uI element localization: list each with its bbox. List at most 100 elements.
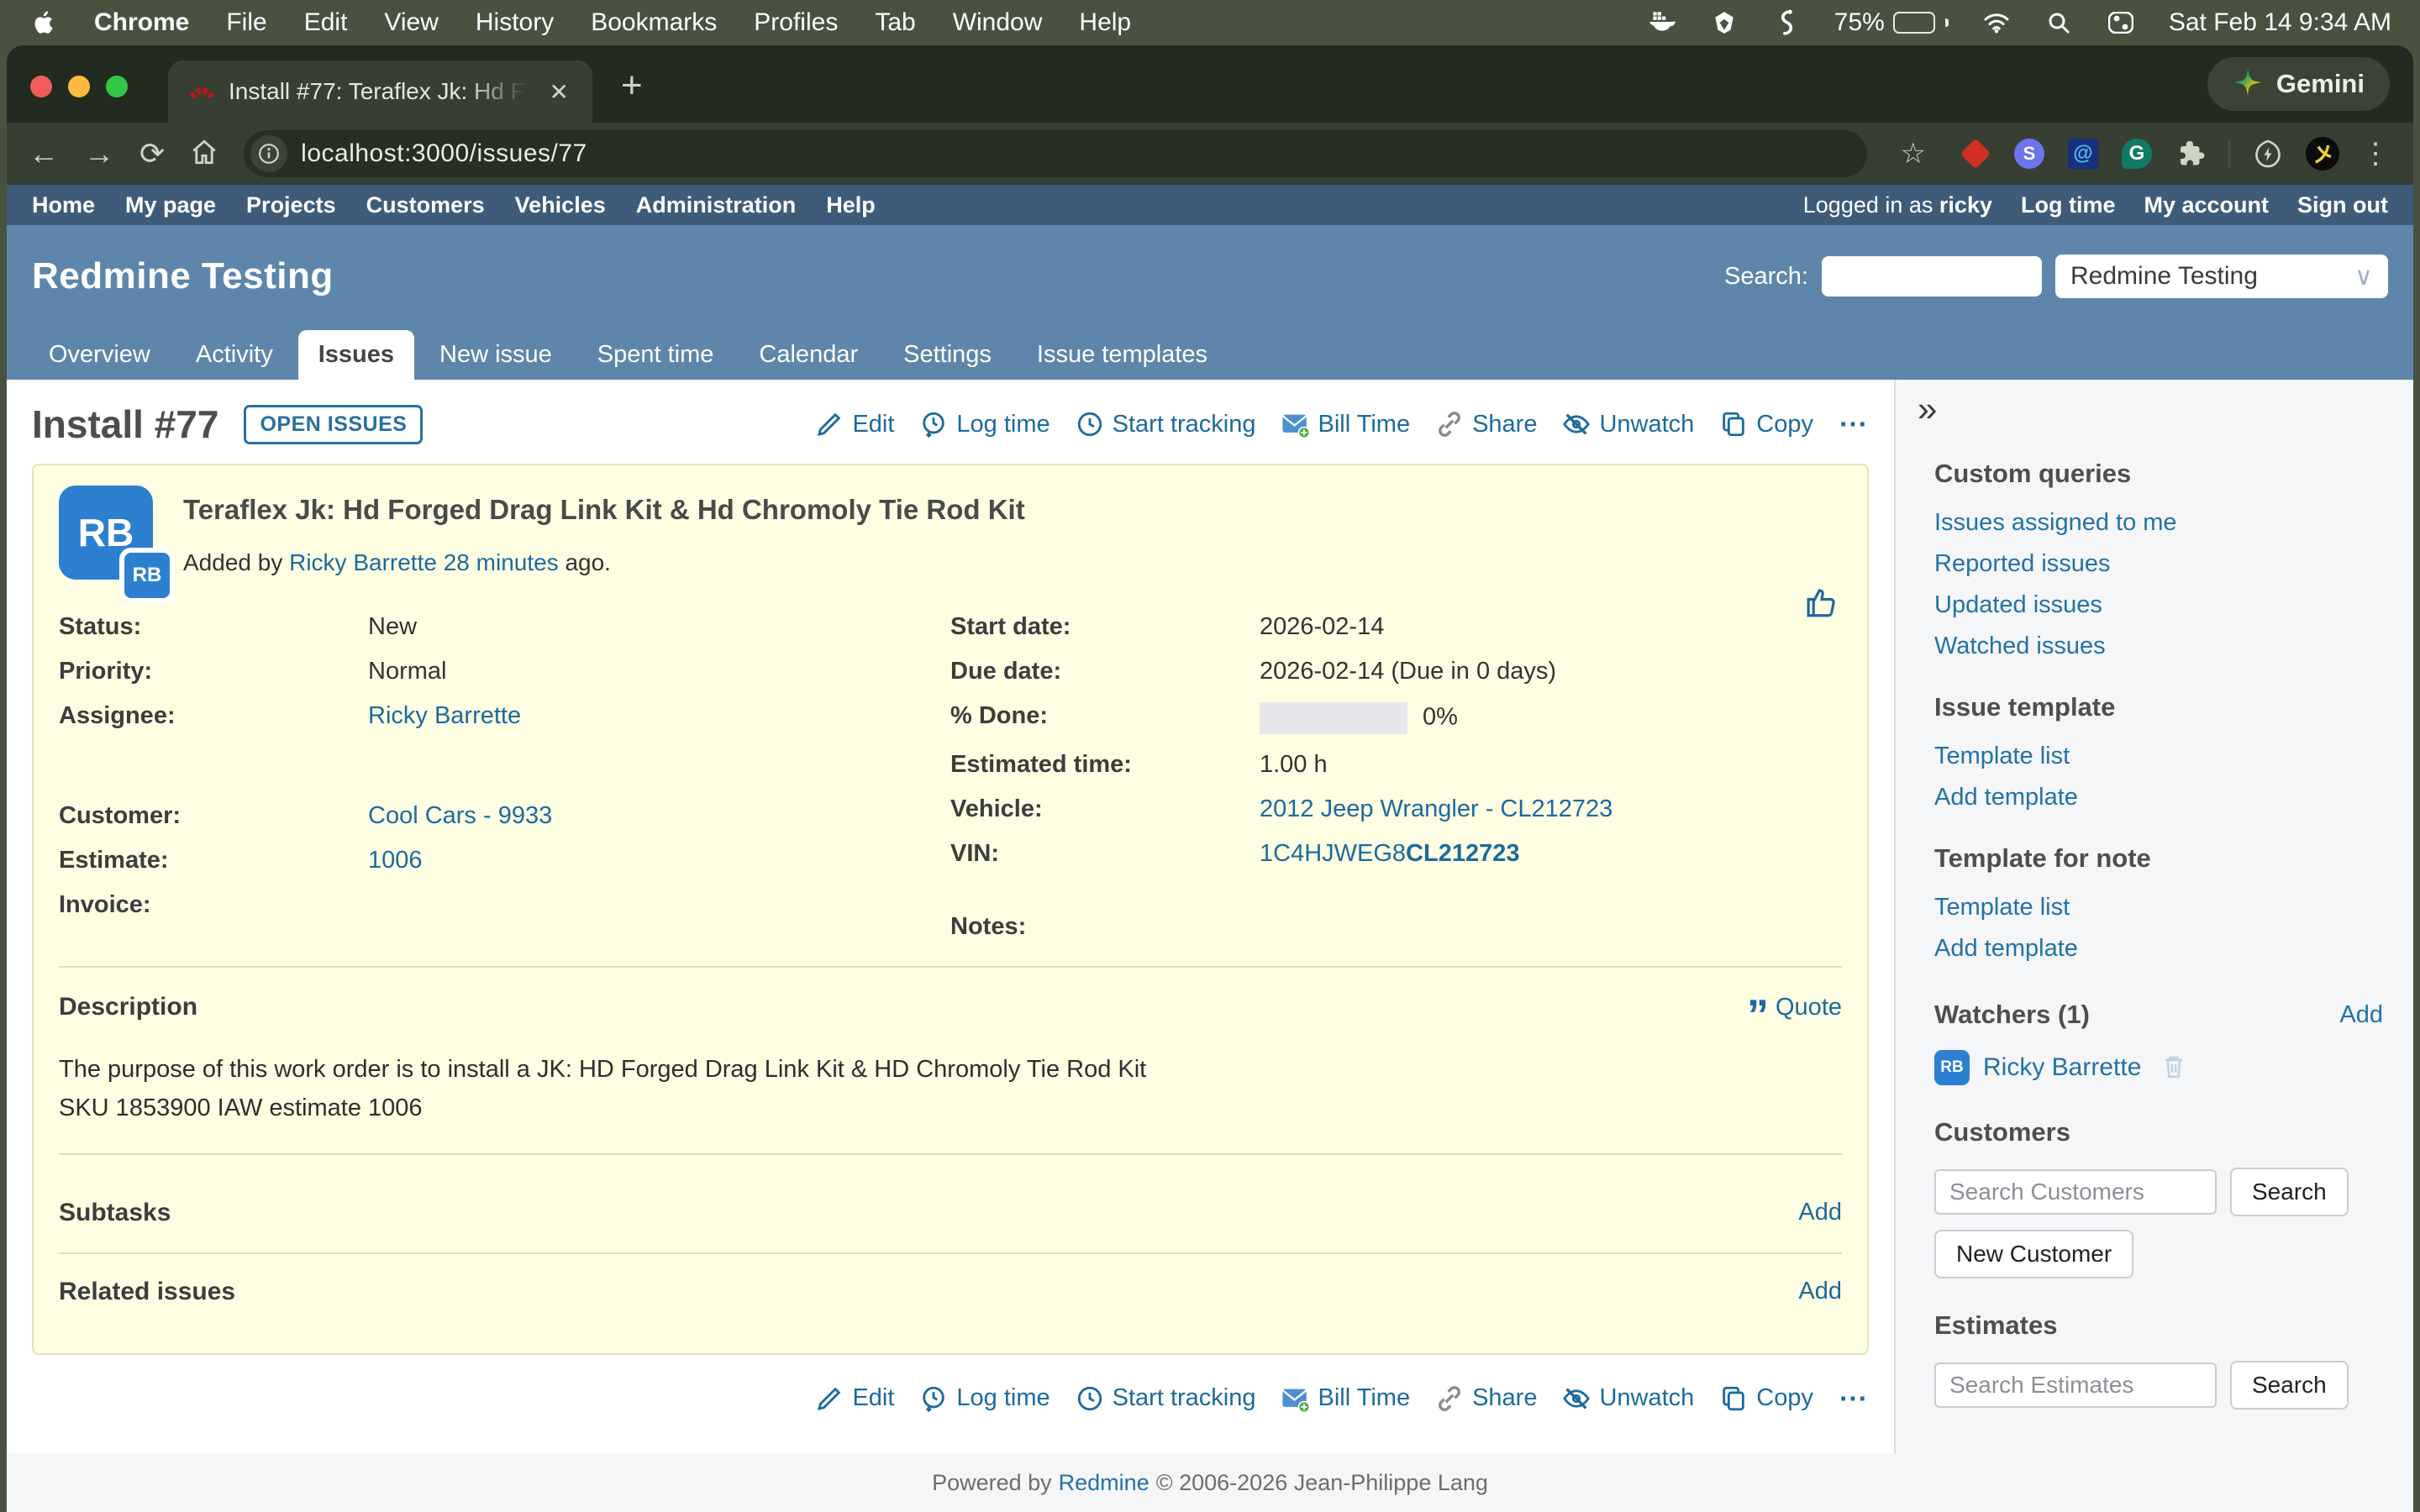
menubar-edit[interactable]: Edit — [304, 8, 348, 37]
apple-logo-icon[interactable] — [29, 8, 57, 37]
search-customers-button[interactable]: Search — [2230, 1168, 2349, 1216]
note-template-add-link[interactable]: Add template — [1934, 935, 2383, 963]
collapse-sidebar-icon[interactable]: » — [1918, 391, 1937, 427]
new-tab-button[interactable]: + — [621, 67, 643, 104]
topnav-home[interactable]: Home — [32, 192, 95, 218]
extension-icon-g[interactable]: G — [2121, 138, 2153, 170]
project-jump-select[interactable]: Redmine Testing ∨ — [2055, 255, 2388, 298]
quote-link[interactable]: ” Quote — [1747, 994, 1842, 1021]
spotlight-search-icon[interactable] — [2044, 8, 2073, 37]
author-link[interactable]: Ricky Barrette — [289, 549, 437, 575]
tab-spent-time[interactable]: Spent time — [577, 330, 734, 380]
topnav-customers[interactable]: Customers — [366, 192, 485, 218]
address-bar[interactable]: localhost:3000/issues/77 — [244, 130, 1866, 177]
tab-issue-templates[interactable]: Issue templates — [1017, 330, 1228, 380]
tab-activity[interactable]: Activity — [176, 330, 293, 380]
menubar-window[interactable]: Window — [953, 8, 1043, 37]
topnav-vehicles[interactable]: Vehicles — [515, 192, 606, 218]
related-issues-add-link[interactable]: Add — [1798, 1278, 1842, 1305]
log-time-action[interactable]: Log time — [919, 410, 1050, 438]
profile-avatar[interactable] — [2306, 137, 2339, 171]
tab-settings[interactable]: Settings — [883, 330, 1012, 380]
close-window-button[interactable] — [30, 76, 52, 97]
bill-time-action[interactable]: Bill Time — [1281, 410, 1411, 438]
menubar-view[interactable]: View — [384, 8, 438, 37]
topnav-my-page[interactable]: My page — [125, 192, 216, 218]
edit-action[interactable]: Edit — [815, 410, 894, 438]
extension-icon-at[interactable]: @ — [2067, 138, 2099, 170]
query-watched-issues[interactable]: Watched issues — [1934, 633, 2383, 660]
tab-issues[interactable]: Issues — [298, 330, 414, 380]
home-icon[interactable] — [190, 138, 218, 171]
minimize-window-button[interactable] — [68, 76, 90, 97]
docker-menubar-icon[interactable] — [1648, 8, 1676, 37]
tab-overview[interactable]: Overview — [29, 330, 171, 380]
added-time-link[interactable]: 28 minutes — [444, 549, 559, 575]
zoom-window-button[interactable] — [106, 76, 128, 97]
log-time-action-bottom[interactable]: Log time — [919, 1384, 1050, 1413]
search-customers-input[interactable] — [1934, 1169, 2217, 1215]
more-actions-icon[interactable]: ⋯ — [1839, 407, 1869, 441]
watcher-name-link[interactable]: Ricky Barrette — [1983, 1053, 2141, 1082]
edit-action-bottom[interactable]: Edit — [815, 1384, 894, 1413]
menubar-tab[interactable]: Tab — [875, 8, 915, 37]
menubar-clock[interactable]: Sat Feb 14 9:34 AM — [2169, 8, 2391, 37]
menubar-status-icon-3[interactable] — [1772, 8, 1801, 37]
extension-icon-red[interactable] — [1960, 138, 1991, 170]
note-template-list-link[interactable]: Template list — [1934, 894, 2383, 921]
redmine-footer-link[interactable]: Redmine — [1059, 1470, 1150, 1496]
tab-new-issue[interactable]: New issue — [419, 330, 572, 380]
query-updated-issues[interactable]: Updated issues — [1934, 591, 2383, 619]
extensions-puzzle-icon[interactable] — [2175, 138, 2207, 170]
start-tracking-action-bottom[interactable]: Start tracking — [1076, 1384, 1256, 1413]
search-input[interactable] — [1822, 256, 2042, 297]
extension-icon-s[interactable]: S — [2013, 138, 2045, 170]
tab-calendar[interactable]: Calendar — [739, 330, 878, 380]
reload-icon[interactable]: ⟳ — [139, 139, 165, 169]
topnav-log-time[interactable]: Log time — [2021, 192, 2116, 218]
tab-close-icon[interactable]: ✕ — [546, 78, 572, 106]
menubar-status-icon-2[interactable] — [1710, 8, 1739, 37]
share-action-bottom[interactable]: Share — [1435, 1384, 1537, 1413]
issue-template-list-link[interactable]: Template list — [1934, 743, 2383, 770]
unwatch-action[interactable]: Unwatch — [1562, 410, 1694, 438]
start-tracking-action[interactable]: Bill Time Start tracking — [1076, 410, 1256, 438]
chrome-menu-icon[interactable]: ⋮ — [2361, 137, 2391, 171]
topnav-administration[interactable]: Administration — [636, 192, 797, 218]
watchers-add-link[interactable]: Add — [2339, 1001, 2383, 1029]
thumbs-up-icon[interactable] — [1803, 585, 1839, 624]
site-info-icon[interactable] — [250, 135, 287, 172]
search-estimates-input[interactable] — [1934, 1362, 2217, 1408]
back-icon[interactable]: ← — [29, 139, 59, 169]
subtasks-add-link[interactable]: Add — [1798, 1199, 1842, 1226]
open-issues-badge[interactable]: OPEN ISSUES — [244, 405, 423, 444]
wifi-icon[interactable] — [1982, 8, 2011, 37]
topnav-my-account[interactable]: My account — [2144, 192, 2269, 218]
copy-action[interactable]: Copy — [1719, 410, 1813, 438]
topnav-projects[interactable]: Projects — [246, 192, 336, 218]
query-reported-issues[interactable]: Reported issues — [1934, 550, 2383, 578]
forward-icon[interactable]: → — [84, 139, 114, 169]
menubar-profiles[interactable]: Profiles — [754, 8, 838, 37]
battery-saver-icon[interactable] — [2252, 138, 2284, 170]
gemini-button[interactable]: Gemini — [2207, 57, 2390, 111]
delete-watcher-icon[interactable] — [2160, 1052, 2188, 1084]
battery-indicator[interactable]: 75% — [1834, 8, 1949, 37]
search-estimates-button[interactable]: Search — [2230, 1361, 2349, 1410]
share-action[interactable]: Share — [1435, 410, 1537, 438]
menubar-bookmarks[interactable]: Bookmarks — [591, 8, 717, 37]
bill-time-action-bottom[interactable]: Bill Time — [1281, 1384, 1411, 1413]
query-issues-assigned[interactable]: Issues assigned to me — [1934, 509, 2383, 537]
menubar-help[interactable]: Help — [1079, 8, 1131, 37]
bookmark-star-icon[interactable]: ☆ — [1892, 137, 1934, 171]
topnav-sign-out[interactable]: Sign out — [2297, 192, 2388, 218]
menubar-file[interactable]: File — [226, 8, 266, 37]
browser-tab[interactable]: Install #77: Teraflex Jk: Hd Fo ✕ — [168, 60, 592, 123]
copy-action-bottom[interactable]: Copy — [1719, 1384, 1813, 1413]
unwatch-action-bottom[interactable]: Unwatch — [1562, 1384, 1694, 1413]
menubar-app-name[interactable]: Chrome — [94, 8, 189, 37]
more-actions-icon-bottom[interactable]: ⋯ — [1839, 1382, 1869, 1415]
menubar-history[interactable]: History — [476, 8, 554, 37]
new-customer-button[interactable]: New Customer — [1934, 1230, 2133, 1278]
control-center-icon[interactable] — [2107, 8, 2135, 37]
